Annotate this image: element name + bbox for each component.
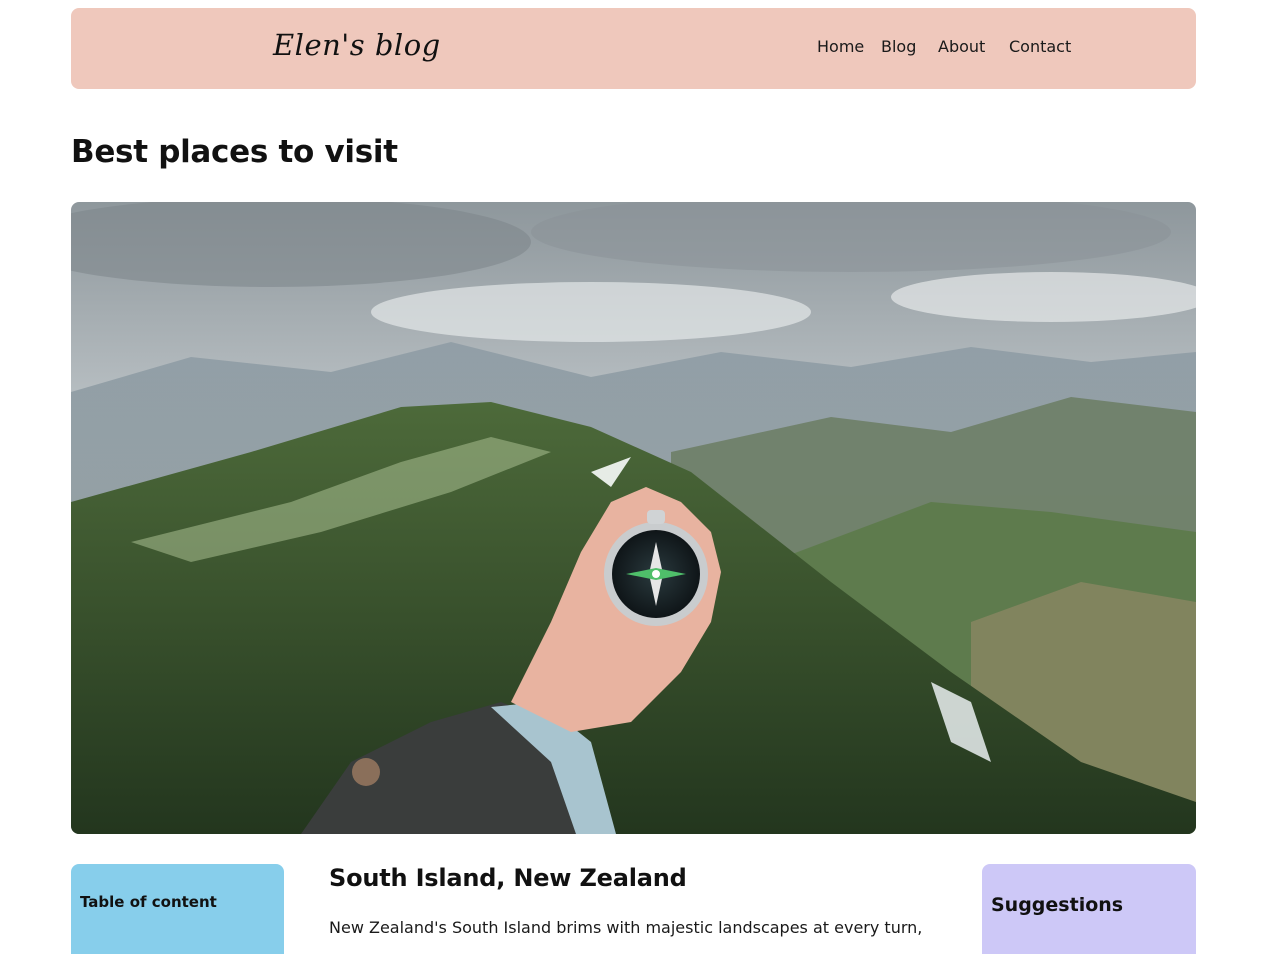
site-logo[interactable]: Elen's blog bbox=[273, 28, 441, 62]
nav-blog[interactable]: Blog bbox=[881, 37, 916, 56]
suggestions-panel: Suggestions bbox=[982, 864, 1196, 954]
article-title: South Island, New Zealand bbox=[329, 864, 687, 892]
nav-home[interactable]: Home bbox=[817, 37, 864, 56]
article-intro: New Zealand's South Island brims with ma… bbox=[329, 918, 923, 937]
suggestions-title: Suggestions bbox=[991, 894, 1124, 916]
toc-title: Table of content bbox=[80, 893, 217, 911]
page-title: Best places to visit bbox=[71, 134, 398, 170]
site-header: Elen's blog Home Blog About Contact bbox=[71, 8, 1196, 89]
nav-about[interactable]: About bbox=[938, 37, 985, 56]
mountain-compass-photo bbox=[71, 202, 1196, 834]
hero-image bbox=[71, 202, 1196, 834]
nav-contact[interactable]: Contact bbox=[1009, 37, 1071, 56]
table-of-content-panel: Table of content bbox=[71, 864, 284, 954]
